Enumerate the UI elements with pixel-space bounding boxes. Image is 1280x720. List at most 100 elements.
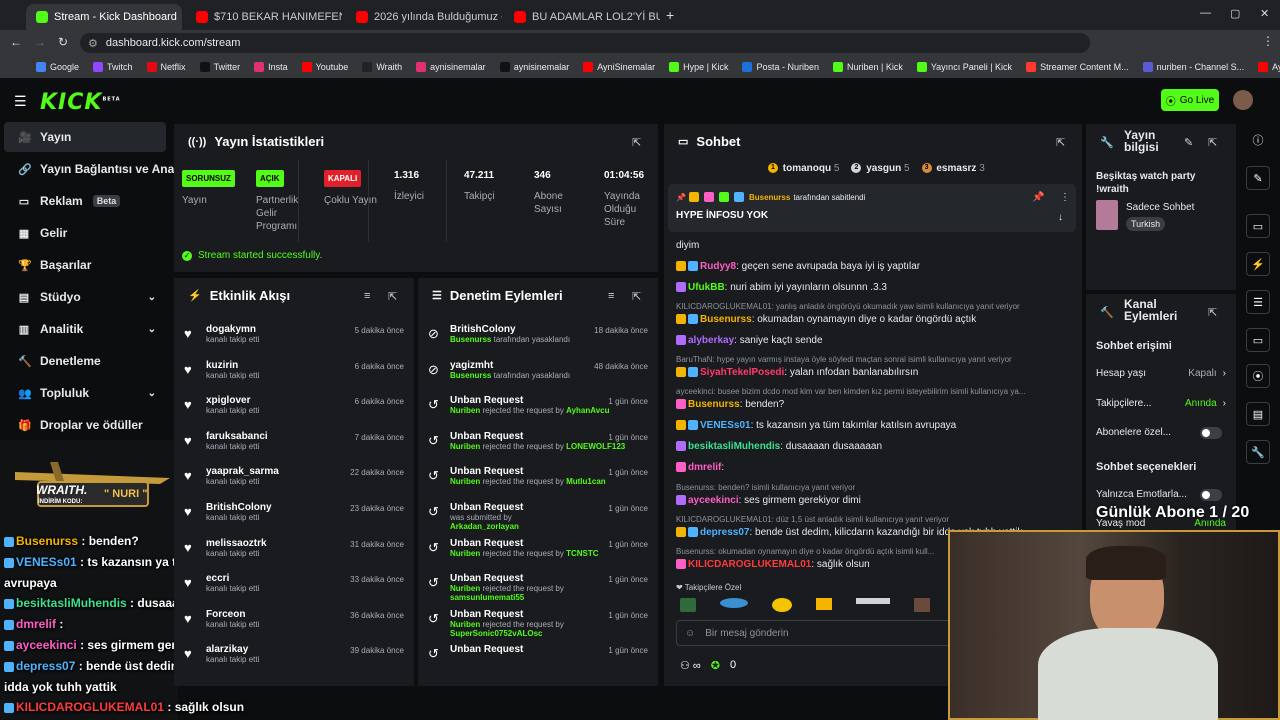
chat-message[interactable]: Rudyy8: geçen sene avrupada baya iyi iş … bbox=[676, 261, 1071, 272]
sidebar-item-0[interactable]: 🎥 Yayın bbox=[4, 122, 166, 152]
emote-icon[interactable] bbox=[856, 598, 890, 604]
chat-message[interactable]: alyberkay: saniye kaçtı sende bbox=[676, 335, 1071, 346]
browser-menu-icon[interactable]: ⋮ bbox=[1262, 34, 1274, 48]
reload-icon[interactable]: ↻ bbox=[58, 35, 68, 49]
filter-icon[interactable]: ≡ bbox=[608, 290, 614, 302]
emote-icon[interactable] bbox=[816, 598, 832, 610]
account-age-row[interactable]: Hesap yaşı Kapalı › bbox=[1096, 368, 1226, 379]
sidebar-item-7[interactable]: 🔨 Denetleme bbox=[4, 346, 166, 376]
tab-kick-dashboard[interactable]: Stream - Kick Dashboard ✕ bbox=[26, 4, 182, 30]
go-live-button[interactable]: ⦿ Go Live bbox=[1161, 89, 1219, 111]
popout-icon[interactable]: ⇱ bbox=[1208, 306, 1217, 319]
url-field[interactable]: ⚙ dashboard.kick.com/stream bbox=[80, 33, 1090, 53]
back-icon[interactable]: ← bbox=[10, 35, 22, 49]
chat-message[interactable]: ayceekinci: ses girmem gerekiyor dimi bbox=[676, 495, 1071, 506]
info-icon[interactable]: ⓘ bbox=[1246, 128, 1270, 152]
minimize-icon[interactable]: — bbox=[1200, 7, 1211, 19]
popout-icon[interactable]: ⇱ bbox=[632, 290, 641, 303]
chat-message[interactable]: dmrelif: bbox=[676, 462, 1071, 473]
list-icon[interactable]: ☰ bbox=[1246, 290, 1270, 314]
emoji-icon[interactable]: ☺ bbox=[685, 628, 695, 639]
moderation-row[interactable]: ↺ Unban Request Nuriben rejected the reque… bbox=[418, 569, 658, 605]
activity-row[interactable]: ♥ faruksabanci kanalı takip etti 7 dakika ö… bbox=[174, 427, 414, 463]
moderation-row[interactable]: ↺ Unban Request 1 gün önce bbox=[418, 640, 658, 676]
sidebar-item-3[interactable]: ▦ Gelir bbox=[4, 218, 166, 248]
bookmark-item[interactable]: Netflix bbox=[146, 62, 186, 72]
activity-row[interactable]: ♥ dogakymn kanalı takip etti 5 dakika önce bbox=[174, 320, 414, 356]
chat-message[interactable]: besiktasliMuhendis: dusaaaan dusaaaaan bbox=[676, 441, 1071, 452]
popout-icon[interactable]: ⇱ bbox=[1208, 136, 1217, 149]
edit-stream-icon[interactable]: ✎ bbox=[1246, 166, 1270, 190]
emotes-only-toggle[interactable] bbox=[1200, 489, 1222, 501]
bookmark-item[interactable]: Twitter bbox=[199, 62, 240, 72]
forward-icon[interactable]: → bbox=[34, 35, 46, 49]
lightning-icon[interactable]: ⚡ bbox=[1246, 252, 1270, 276]
subs-only-toggle[interactable] bbox=[1200, 427, 1222, 439]
popout-icon[interactable]: ⇱ bbox=[1056, 136, 1065, 149]
more-options-icon[interactable]: ⋮ bbox=[1060, 192, 1070, 203]
stats-icon[interactable]: ▤ bbox=[1246, 402, 1270, 426]
chat-message[interactable]: diyim bbox=[676, 240, 1071, 251]
chat-input[interactable]: ☺ Bir mesaj gönderin bbox=[676, 620, 956, 646]
top-gifter[interactable]: 3 esmasrz 3 bbox=[921, 163, 985, 174]
users-infinity-icon[interactable]: ⚇ ∞ bbox=[680, 659, 701, 672]
emote-icon[interactable] bbox=[680, 598, 696, 612]
moderation-row[interactable]: ⊘ BritishColony Busenurss tarafından yasak… bbox=[418, 320, 658, 356]
sidebar-item-8[interactable]: 👥 Topluluk ⌄ bbox=[4, 378, 166, 408]
sidebar-item-4[interactable]: 🏆 Başarılar bbox=[4, 250, 166, 280]
moderation-row[interactable]: ↺ Unban Request Nuriben rejected the reque… bbox=[418, 391, 658, 427]
activity-row[interactable]: ♥ melissaoztrk kanalı takip etti 31 dakika … bbox=[174, 534, 414, 570]
bookmark-item[interactable]: Twitch bbox=[93, 62, 133, 72]
moderation-row[interactable]: ↺ Unban Request Nuriben rejected the reque… bbox=[418, 462, 658, 498]
maximize-icon[interactable]: ▢ bbox=[1230, 7, 1240, 20]
menu-icon[interactable]: ☰ bbox=[14, 93, 27, 110]
expand-arrow-icon[interactable]: ↓ bbox=[1058, 212, 1063, 223]
layout-icon[interactable]: ▭ bbox=[1246, 214, 1270, 238]
bookmark-item[interactable]: Streamer Content M... bbox=[1026, 62, 1129, 72]
bookmark-item[interactable]: Wraith bbox=[362, 62, 402, 72]
broadcast-icon[interactable]: ⦿ bbox=[1246, 364, 1270, 388]
activity-row[interactable]: ♥ yaaprak_sarma kanalı takip etti 22 dakika… bbox=[174, 462, 414, 498]
chat-message[interactable]: Busenurss: okumadan oynamayın diye o kad… bbox=[676, 314, 1071, 325]
popout-icon[interactable]: ⇱ bbox=[632, 136, 641, 149]
chat-message[interactable]: SiyahTekelPosedi: yalan ınfodan banlanab… bbox=[676, 367, 1071, 378]
popout-icon[interactable]: ⇱ bbox=[388, 290, 397, 303]
bookmark-item[interactable]: Youtube bbox=[301, 62, 348, 72]
chat-message[interactable]: UfukBB: nuri abim iyi yayınların olsunnn… bbox=[676, 282, 1071, 293]
activity-row[interactable]: ♥ xpiglover kanalı takip etti 6 dakika önce bbox=[174, 391, 414, 427]
sidebar-item-1[interactable]: 🔗 Yayın Bağlantısı ve Anahtar bbox=[4, 154, 197, 184]
top-gifter[interactable]: 1 tomanoqu 5 bbox=[768, 163, 839, 174]
new-tab-icon[interactable]: + bbox=[666, 7, 674, 23]
moderation-row[interactable]: ↺ Unban Request Nuriben rejected the reque… bbox=[418, 605, 658, 641]
tab-youtube-3[interactable]: BU ADAMLAR LOL2'Yİ BU SEFER ✕ bbox=[504, 4, 660, 30]
bookmark-item[interactable]: Hype | Kick bbox=[669, 62, 728, 72]
tab-youtube-2[interactable]: 2026 yılında Bulduğumuz en iyi ✕ bbox=[346, 4, 502, 30]
bookmark-item[interactable]: Yayıncı Paneli | Kick bbox=[916, 62, 1012, 72]
bookmark-item[interactable]: Google bbox=[36, 62, 79, 72]
activity-row[interactable]: ♥ BritishColony kanalı takip etti 23 dakika… bbox=[174, 498, 414, 534]
emote-icon[interactable] bbox=[720, 598, 748, 608]
user-avatar[interactable] bbox=[1233, 90, 1253, 110]
site-info-icon[interactable]: ⚙ bbox=[88, 37, 98, 50]
bookmark-item[interactable]: Posta - Nuriben bbox=[742, 62, 819, 72]
sidebar-item-9[interactable]: 🎁 Droplar ve ödüller bbox=[4, 410, 166, 440]
moderation-row[interactable]: ↺ Unban Request Nuriben rejected the reque… bbox=[418, 427, 658, 463]
kick-logo[interactable]: KICKBETA bbox=[40, 90, 121, 115]
category-name[interactable]: Sadece Sohbet bbox=[1126, 202, 1194, 213]
chat-icon[interactable]: ▭ bbox=[1246, 328, 1270, 352]
unpin-icon[interactable]: 📌 bbox=[1032, 192, 1044, 203]
filter-icon[interactable]: ≡ bbox=[364, 290, 370, 302]
activity-row[interactable]: ♥ eccri kanalı takip etti 33 dakika önce bbox=[174, 569, 414, 605]
followers-only-row[interactable]: Takipçilere... Anında › bbox=[1096, 398, 1226, 409]
bookmark-item[interactable]: Aynı Sinemalar - Ça... bbox=[1258, 62, 1280, 72]
wrench-icon[interactable]: 🔧 bbox=[1246, 440, 1270, 464]
activity-row[interactable]: ♥ kuzirin kanalı takip etti 6 dakika önce bbox=[174, 356, 414, 392]
emote-icon[interactable] bbox=[772, 598, 792, 612]
bookmark-item[interactable]: Insta bbox=[254, 62, 288, 72]
chat-message[interactable]: VENESs01: ts kazansın ya tüm takımlar ka… bbox=[676, 420, 1071, 431]
sidebar-item-6[interactable]: ▥ Analitik ⌄ bbox=[4, 314, 166, 344]
moderation-row[interactable]: ↺ Unban Request was submitted by Arkadan_zo… bbox=[418, 498, 658, 534]
tab-youtube-1[interactable]: $710 BEKAR HANIMEFENDİNİN ✕ bbox=[186, 4, 342, 30]
bookmark-item[interactable]: nuriben - Channel S... bbox=[1142, 62, 1244, 72]
bookmark-item[interactable]: AyniSinemalar bbox=[583, 62, 655, 72]
